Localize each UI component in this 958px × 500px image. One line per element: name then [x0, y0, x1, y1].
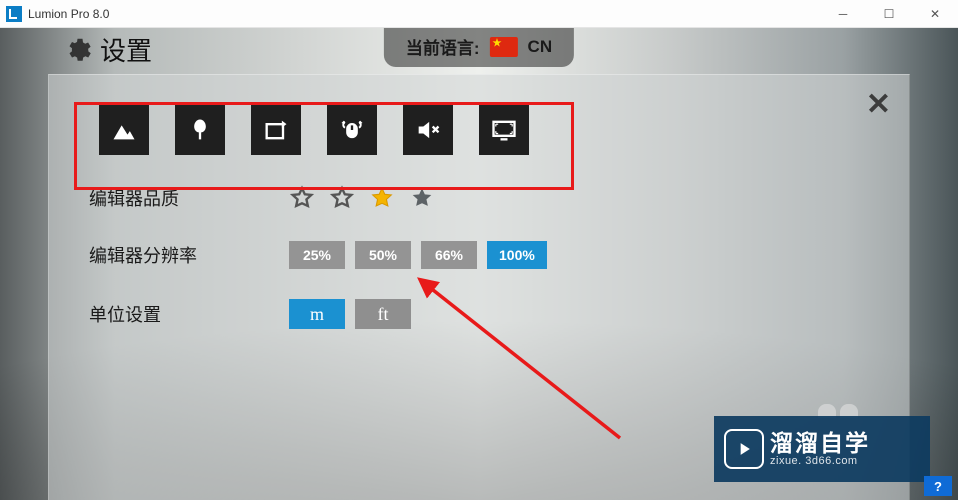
- tab-mouse-rotate[interactable]: [327, 105, 377, 155]
- resolution-25[interactable]: 25%: [289, 241, 345, 269]
- tab-landscape[interactable]: [99, 105, 149, 155]
- units-label: 单位设置: [89, 301, 289, 327]
- minimize-button[interactable]: ─: [820, 0, 866, 28]
- unit-m[interactable]: m: [289, 299, 345, 329]
- help-button[interactable]: ?: [924, 476, 952, 496]
- language-selector[interactable]: 当前语言: CN: [384, 28, 574, 67]
- window-titlebar: Lumion Pro 8.0 ─ ☐ ✕: [0, 0, 958, 28]
- language-code: CN: [528, 37, 553, 57]
- quality-row: 编辑器品质: [89, 185, 869, 211]
- resolution-buttons: 25% 50% 66% 100%: [289, 241, 547, 269]
- units-row: 单位设置 m ft: [89, 299, 869, 329]
- resolution-66[interactable]: 66%: [421, 241, 477, 269]
- page-title: 设置: [62, 31, 152, 68]
- star-4[interactable]: [409, 185, 435, 211]
- language-label: 当前语言:: [406, 34, 480, 59]
- flag-icon: [490, 37, 518, 57]
- resolution-row: 编辑器分辨率 25% 50% 66% 100%: [89, 241, 869, 269]
- resolution-label: 编辑器分辨率: [89, 242, 289, 268]
- brand-watermark: 溜溜自学 zixue. 3d66.com: [714, 416, 930, 482]
- resolution-50[interactable]: 50%: [355, 241, 411, 269]
- unit-buttons: m ft: [289, 299, 411, 329]
- brand-main: 溜溜自学: [770, 432, 870, 455]
- tab-mute[interactable]: [403, 105, 453, 155]
- quality-stars: [289, 185, 435, 211]
- window-title: Lumion Pro 8.0: [28, 7, 109, 21]
- app-icon: [6, 6, 22, 22]
- close-window-button[interactable]: ✕: [912, 0, 958, 28]
- star-1[interactable]: [289, 185, 315, 211]
- unit-ft[interactable]: ft: [355, 299, 411, 329]
- quality-label: 编辑器品质: [89, 185, 289, 211]
- window-controls: ─ ☐ ✕: [820, 0, 958, 28]
- star-2[interactable]: [329, 185, 355, 211]
- brand-sub: zixue. 3d66.com: [770, 455, 870, 467]
- tab-tablet[interactable]: [251, 105, 301, 155]
- star-3[interactable]: [369, 185, 395, 211]
- resolution-100[interactable]: 100%: [487, 241, 547, 269]
- tab-tiles: [99, 105, 869, 155]
- maximize-button[interactable]: ☐: [866, 0, 912, 28]
- tab-tree[interactable]: [175, 105, 225, 155]
- close-panel-button[interactable]: ✕: [866, 87, 891, 122]
- scene-background: 设置 当前语言: CN ✕: [0, 28, 958, 500]
- tab-display[interactable]: [479, 105, 529, 155]
- play-icon: [724, 429, 764, 469]
